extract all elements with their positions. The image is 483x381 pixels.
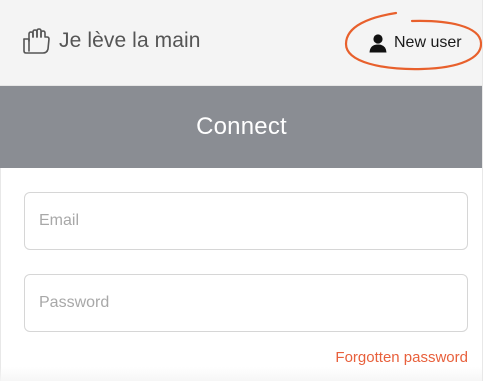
top-bar: Je lève la main New user bbox=[0, 0, 483, 86]
panel-bottom-edge bbox=[0, 367, 483, 381]
email-field[interactable] bbox=[24, 192, 468, 250]
app-name: Je lève la main bbox=[59, 29, 201, 52]
forgot-password-link[interactable]: Forgotten password bbox=[335, 349, 468, 366]
user-icon bbox=[369, 34, 387, 53]
new-user-label: New user bbox=[394, 34, 462, 51]
connect-title: Connect bbox=[196, 113, 287, 140]
brand[interactable]: Je lève la main bbox=[21, 27, 201, 55]
connect-header: Connect bbox=[0, 86, 483, 168]
new-user-button[interactable]: New user bbox=[368, 33, 462, 53]
login-panel: Je lève la main New user Connect Forgott… bbox=[0, 0, 483, 381]
raised-hand-icon bbox=[23, 28, 50, 54]
password-field[interactable] bbox=[24, 274, 468, 332]
